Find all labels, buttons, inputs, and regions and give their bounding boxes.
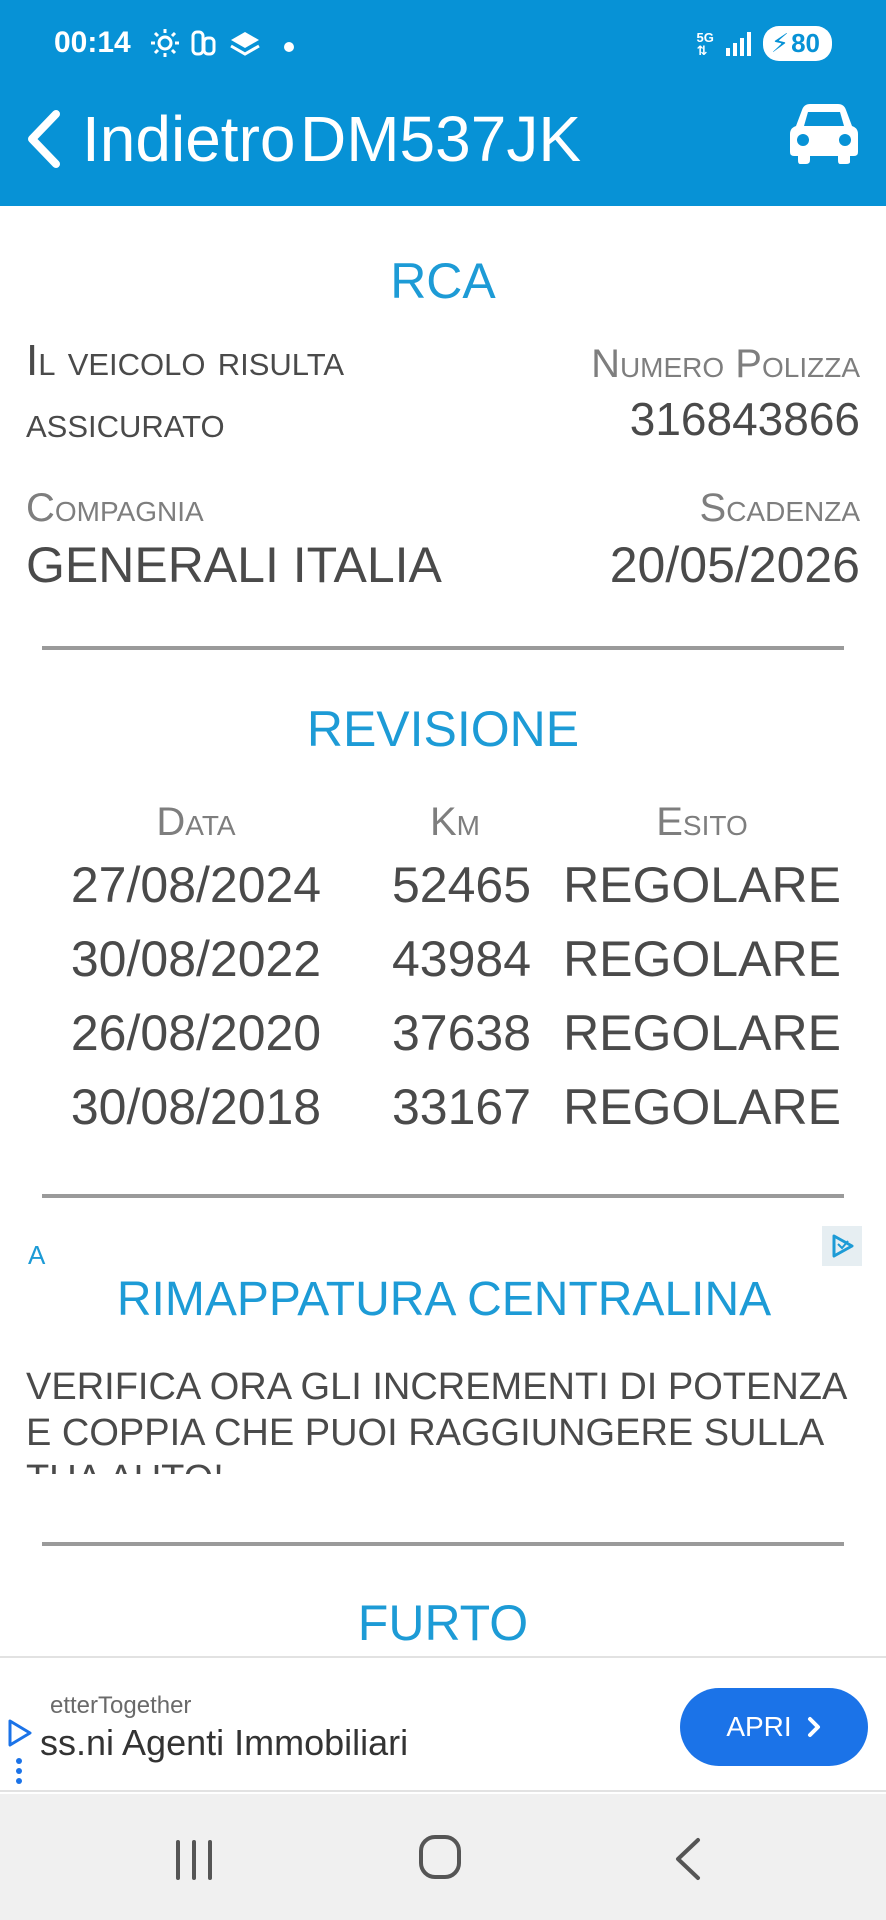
column-header-data: Data	[0, 800, 392, 845]
navigation-bar: Indietro DM537JK	[0, 96, 886, 180]
row-date: 30/08/2018	[0, 1078, 392, 1136]
row-km: 52465	[392, 856, 518, 914]
status-time: 00:14	[54, 26, 131, 60]
page-title: DM537JK	[300, 102, 581, 176]
banner-headline: ss.ni Agenti Immobiliari	[40, 1722, 408, 1764]
native-ad[interactable]: A RIMAPPATURA CENTRALINA VERIFICA ORA GL…	[26, 1226, 862, 1486]
row-km: 33167	[392, 1078, 518, 1136]
banner-ad[interactable]: etterTogether ss.ni Agenti Immobiliari A…	[0, 1656, 886, 1792]
row-esito: REGOLARE	[518, 930, 886, 988]
system-back-icon[interactable]	[672, 1836, 704, 1882]
back-button[interactable]: Indietro	[24, 102, 295, 176]
expiry-label: Scadenza	[700, 486, 860, 531]
back-label: Indietro	[82, 102, 295, 176]
row-date: 26/08/2020	[0, 1004, 392, 1062]
status-right: 5G ⇅ ⚡ 80	[696, 26, 832, 61]
furto-title: FURTO	[0, 1594, 886, 1654]
ad-badge: A	[28, 1240, 45, 1271]
chevron-right-icon	[806, 1715, 822, 1739]
row-km: 43984	[392, 930, 518, 988]
adchoices-icon[interactable]	[6, 1718, 34, 1748]
row-date: 30/08/2022	[0, 930, 392, 988]
system-navigation-bar	[0, 1794, 886, 1920]
more-options-icon[interactable]	[16, 1758, 22, 1784]
revisione-title: REVISIONE	[0, 700, 886, 758]
policy-number-value: 316843866	[630, 392, 860, 438]
brightness-icon	[150, 28, 180, 65]
table-row: 26/08/2020 37638 REGOLARE	[0, 996, 886, 1070]
banner-advertiser: etterTogether	[50, 1692, 191, 1720]
stack-icon	[228, 28, 262, 65]
open-button[interactable]: APRI	[680, 1688, 868, 1766]
revisione-table: Data Km Esito 27/08/2024 52465 REGOLARE …	[0, 796, 886, 1144]
row-date: 27/08/2024	[0, 856, 392, 914]
rca-status: Il veicolo risulta assicurato	[26, 330, 466, 438]
car-icon[interactable]	[788, 102, 860, 166]
charging-icon: ⚡	[771, 28, 789, 59]
network-indicator: 5G ⇅	[696, 31, 713, 57]
column-header-esito: Esito	[518, 800, 886, 845]
policy-number-label: Numero Polizza	[591, 342, 860, 387]
row-esito: REGOLARE	[518, 1078, 886, 1136]
app-icon	[190, 28, 218, 65]
table-row: 30/08/2018 33167 REGOLARE	[0, 1070, 886, 1144]
table-row: 27/08/2024 52465 REGOLARE	[0, 848, 886, 922]
home-icon[interactable]	[418, 1834, 462, 1880]
battery-indicator: ⚡ 80	[763, 26, 832, 61]
table-row: 30/08/2022 43984 REGOLARE	[0, 922, 886, 996]
divider	[42, 1194, 844, 1198]
ad-body: VERIFICA ORA GLI INCREMENTI DI POTENZA E…	[26, 1364, 862, 1474]
company-value: GENERALI ITALIA	[26, 536, 442, 594]
open-button-label: APRI	[726, 1711, 791, 1743]
chevron-left-icon	[24, 108, 64, 170]
column-header-km: Km	[392, 800, 518, 845]
notification-dot	[284, 42, 294, 52]
rca-title: RCA	[0, 252, 886, 310]
adchoices-icon[interactable]	[822, 1226, 862, 1266]
divider	[42, 1542, 844, 1546]
row-km: 37638	[392, 1004, 518, 1062]
row-esito: REGOLARE	[518, 1004, 886, 1062]
company-label: Compagnia	[26, 486, 204, 531]
signal-icon	[726, 32, 751, 56]
recent-apps-icon[interactable]	[172, 1838, 216, 1882]
expiry-value: 20/05/2026	[610, 536, 860, 594]
status-icons	[150, 28, 294, 65]
app-header: 00:14 5G ⇅ ⚡ 80	[0, 0, 886, 206]
table-header-row: Data Km Esito	[0, 796, 886, 848]
row-esito: REGOLARE	[518, 856, 886, 914]
ad-title[interactable]: RIMAPPATURA CENTRALINA	[26, 1272, 862, 1327]
status-bar: 00:14 5G ⇅ ⚡ 80	[0, 0, 886, 90]
divider	[42, 646, 844, 650]
